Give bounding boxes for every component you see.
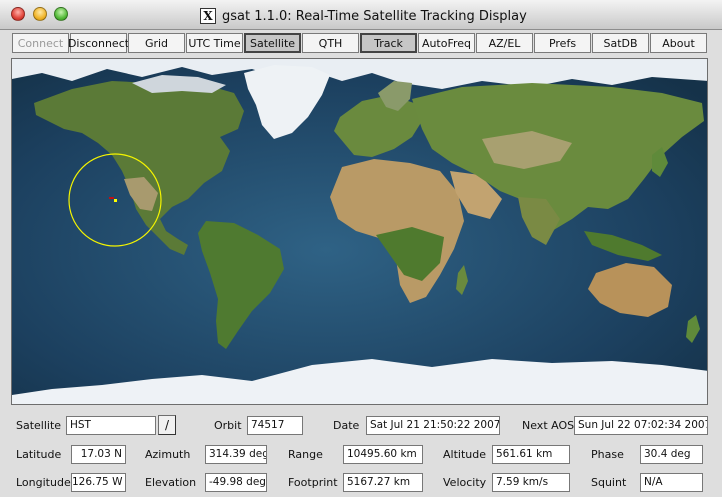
phase-field: 30.4 deg — [640, 445, 703, 464]
squint-field: N/A — [640, 473, 703, 492]
next-aos-field: Sun Jul 22 07:02:34 2007 — [574, 416, 708, 435]
window-title-bar[interactable]: X gsat 1.1.0: Real-Time Satellite Tracki… — [0, 0, 722, 30]
world-map[interactable] — [11, 58, 708, 405]
grid-button[interactable]: Grid — [128, 33, 185, 53]
orbit-field: 74517 — [247, 416, 303, 435]
zoom-window-icon[interactable] — [54, 7, 68, 21]
phase-label: Phase — [591, 448, 624, 461]
utc-time-button[interactable]: UTC Time — [186, 33, 243, 53]
azimuth-label: Azimuth — [145, 448, 191, 461]
satellite-position-marker[interactable] — [114, 199, 117, 202]
next-aos-label: Next AOS — [522, 419, 575, 432]
about-button[interactable]: About — [650, 33, 707, 53]
date-field: Sat Jul 21 21:50:22 2007 — [366, 416, 500, 435]
satellite-label: Satellite — [16, 419, 62, 432]
altitude-label: Altitude — [443, 448, 486, 461]
satellite-button[interactable]: Satellite — [244, 33, 301, 53]
window-title: X gsat 1.1.0: Real-Time Satellite Tracki… — [200, 7, 527, 25]
disconnect-button[interactable]: Disconnect — [68, 33, 129, 53]
elevation-field: -49.98 deg — [205, 473, 267, 492]
orbit-label: Orbit — [214, 419, 242, 432]
date-label: Date — [333, 419, 360, 432]
world-map-graphic — [12, 59, 707, 404]
prefs-button[interactable]: Prefs — [534, 33, 591, 53]
azimuth-field: 314.39 deg — [205, 445, 267, 464]
qth-location-marker — [109, 197, 114, 199]
longitude-label: Longitude — [16, 476, 71, 489]
window-title-text: gsat 1.1.0: Real-Time Satellite Tracking… — [222, 8, 527, 24]
track-button[interactable]: Track — [360, 33, 417, 53]
satellite-field[interactable]: HST — [66, 416, 156, 435]
connect-button[interactable]: Connect — [12, 33, 69, 53]
squint-label: Squint — [591, 476, 627, 489]
velocity-field: 7.59 km/s — [492, 473, 570, 492]
latitude-label: Latitude — [16, 448, 62, 461]
satdb-button[interactable]: SatDB — [592, 33, 649, 53]
range-field: 10495.60 km — [343, 445, 423, 464]
velocity-label: Velocity — [443, 476, 487, 489]
footprint-field: 5167.27 km — [343, 473, 423, 492]
x11-app-icon: X — [200, 8, 216, 24]
minimize-window-icon[interactable] — [33, 7, 47, 21]
altitude-field: 561.61 km — [492, 445, 570, 464]
satellite-select-button[interactable]: / — [158, 415, 176, 435]
longitude-field: 126.75 W — [71, 473, 126, 492]
close-window-icon[interactable] — [11, 7, 25, 21]
elevation-label: Elevation — [145, 476, 197, 489]
footprint-label: Footprint — [288, 476, 338, 489]
range-label: Range — [288, 448, 323, 461]
qth-button[interactable]: QTH — [302, 33, 359, 53]
az-el-button[interactable]: AZ/EL — [476, 33, 533, 53]
latitude-field: 17.03 N — [71, 445, 126, 464]
toolbar: Connect Disconnect Grid UTC Time Satelli… — [12, 33, 710, 53]
autofreq-button[interactable]: AutoFreq — [418, 33, 475, 53]
